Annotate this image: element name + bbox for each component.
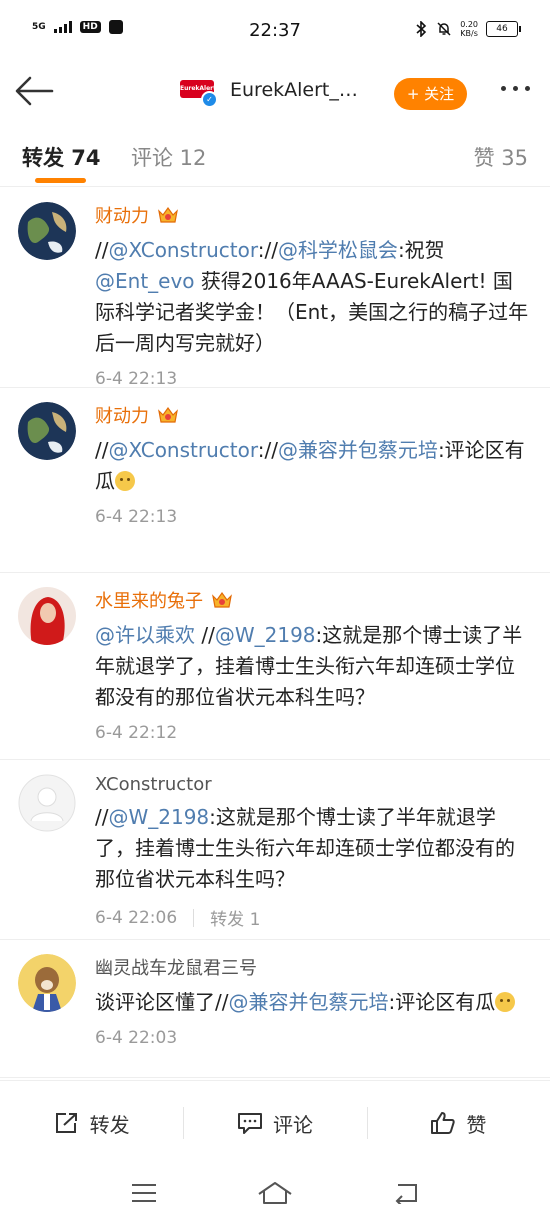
- timestamp: 6-4 22:13: [95, 507, 178, 527]
- repost-button[interactable]: 转发: [0, 1081, 183, 1165]
- net-speed-value: 0.20: [460, 20, 478, 29]
- user-name[interactable]: 财动力: [95, 402, 149, 428]
- repost-item[interactable]: 幽灵战车龙鼠君三号 谈评论区懂了//@兼容并包蔡元培:评论区有瓜 6-4 22:03: [0, 940, 550, 1078]
- net-speed-unit: KB/s: [460, 29, 478, 38]
- timestamp: 6-4 22:12: [95, 723, 178, 743]
- repost-meta: 6-4 22:06 转发 1: [95, 905, 530, 931]
- tab-comment[interactable]: 评论 12: [131, 142, 206, 172]
- mention-link[interactable]: @许以乘欢: [95, 623, 195, 647]
- repost-item[interactable]: 财动力//@XConstructor://@兼容并包蔡元培:评论区有瓜 6-4 2…: [0, 388, 550, 573]
- battery-icon: 46: [486, 21, 521, 37]
- repost-meta: 6-4 22:12: [95, 723, 530, 743]
- like-button[interactable]: 赞: [366, 1081, 550, 1165]
- meta-divider: [193, 908, 195, 927]
- mention-link[interactable]: @兼容并包蔡元培: [228, 990, 388, 1014]
- timestamp: 6-4 22:13: [95, 369, 178, 389]
- timestamp: 6-4 22:03: [95, 1028, 178, 1048]
- menu-icon[interactable]: [130, 1182, 158, 1204]
- thumbs-up-icon: [431, 1112, 455, 1134]
- repost-item[interactable]: 水里来的兔子 @许以乘欢 //@W_2198:这就是那个博士读了半年就退学了，挂着…: [0, 573, 550, 760]
- repost-text: 谈评论区懂了//@兼容并包蔡元培:评论区有瓜: [95, 987, 530, 1018]
- mention-link[interactable]: @科学松鼠会: [278, 238, 398, 262]
- repost-icon: [55, 1113, 77, 1133]
- text-segment: //: [195, 623, 215, 647]
- bluetooth-icon: [416, 21, 427, 37]
- battery-level: 46: [496, 24, 508, 34]
- doge-emoji-icon: [495, 992, 516, 1012]
- user-name[interactable]: 幽灵战车龙鼠君三号: [95, 954, 257, 980]
- user-name[interactable]: 水里来的兔子: [95, 587, 203, 613]
- repost-text: //@XConstructor://@兼容并包蔡元培:评论区有瓜: [95, 435, 530, 497]
- vip-crown-icon: [157, 405, 179, 425]
- text-segment: 谈评论区懂了//: [95, 990, 229, 1014]
- account-avatar: EurekAlert ✓: [178, 76, 218, 108]
- repost-text: //@W_2198:这就是那个博士读了半年就退学了，挂着博士生头衔六年却连硕士学…: [95, 802, 530, 895]
- user-avatar[interactable]: [18, 954, 76, 1012]
- text-segment: :评论区有瓜: [388, 990, 496, 1014]
- home-icon[interactable]: [257, 1181, 293, 1205]
- timestamp: 6-4 22:06: [95, 907, 178, 928]
- mention-link[interactable]: @W_2198: [215, 623, 316, 647]
- user-name-row: 财动力: [95, 402, 530, 428]
- like-label: 赞: [466, 1112, 487, 1137]
- mention-link[interactable]: @兼容并包蔡元培: [278, 438, 438, 462]
- user-avatar[interactable]: [18, 402, 76, 460]
- mention-link[interactable]: @W_2198: [108, 805, 209, 829]
- system-nav-bar: [0, 1164, 550, 1222]
- status-right: 0.20 KB/s 46: [414, 20, 521, 38]
- mention-link[interactable]: @XConstructor: [108, 238, 257, 262]
- net-speed: 0.20 KB/s: [460, 20, 478, 38]
- user-avatar[interactable]: [18, 774, 76, 832]
- text-segment: //: [95, 238, 109, 262]
- repost-item[interactable]: 财动力//@XConstructor://@科学松鼠会:祝贺 @Ent_evo …: [0, 188, 550, 389]
- repost-text: @许以乘欢 //@W_2198:这就是那个博士读了半年就退学了，挂着博士生头衔六…: [95, 620, 530, 713]
- nav-bar: EurekAlert ✓ EurekAlert_… + 关注: [0, 62, 550, 120]
- doge-emoji-icon: [115, 471, 135, 491]
- follow-button[interactable]: + 关注: [394, 78, 467, 110]
- repost-text: //@XConstructor://@科学松鼠会:祝贺 @Ent_evo 获得2…: [95, 235, 530, 359]
- user-name-row: 水里来的兔子: [95, 587, 530, 613]
- verified-icon: ✓: [201, 91, 218, 108]
- repost-meta: 6-4 22:13: [95, 507, 530, 527]
- text-segment: //: [95, 805, 109, 829]
- more-options-icon[interactable]: [501, 86, 530, 91]
- user-name-row: 财动力: [95, 202, 530, 228]
- user-name-row: 幽灵战车龙鼠君三号: [95, 954, 530, 980]
- account-header[interactable]: EurekAlert ✓ EurekAlert_…: [178, 76, 358, 108]
- comment-label: 评论: [272, 1112, 313, 1137]
- user-name[interactable]: XConstructor: [95, 774, 212, 795]
- repost-label: 转发: [89, 1112, 130, 1137]
- account-name: EurekAlert_…: [230, 79, 358, 101]
- user-avatar[interactable]: [18, 202, 76, 260]
- back-nav-icon[interactable]: [392, 1182, 420, 1204]
- mute-bell-icon: [437, 22, 451, 36]
- text-segment: ://: [257, 438, 278, 462]
- text-segment: ://: [257, 238, 278, 262]
- tab-repost[interactable]: 转发 74: [22, 142, 101, 172]
- comment-icon: [237, 1113, 262, 1134]
- mention-link[interactable]: @XConstructor: [108, 438, 257, 462]
- user-name-row: XConstructor: [95, 774, 530, 795]
- status-bar: 5G HD 22:37 0.20 KB/s 46: [0, 0, 550, 62]
- user-avatar[interactable]: [18, 587, 76, 645]
- vip-crown-icon: [157, 205, 179, 225]
- repost-count[interactable]: 转发 1: [210, 905, 260, 930]
- text-segment: :祝贺: [397, 238, 445, 262]
- action-bar: 转发 评论 赞: [0, 1080, 550, 1165]
- text-segment: //: [95, 438, 109, 462]
- mention-link[interactable]: @Ent_evo: [95, 269, 195, 293]
- tab-like[interactable]: 赞 35: [474, 142, 528, 172]
- tab-bar: 转发 74 评论 12 赞 35: [0, 120, 550, 187]
- active-tab-indicator: [35, 178, 86, 183]
- back-arrow-icon[interactable]: [14, 74, 54, 108]
- user-name[interactable]: 财动力: [95, 202, 149, 228]
- repost-item[interactable]: XConstructor //@W_2198:这就是那个博士读了半年就退学了，挂着…: [0, 760, 550, 940]
- repost-meta: 6-4 22:03: [95, 1028, 530, 1048]
- vip-crown-icon: [211, 590, 233, 610]
- repost-meta: 6-4 22:13: [95, 369, 530, 389]
- comment-button[interactable]: 评论: [183, 1081, 366, 1165]
